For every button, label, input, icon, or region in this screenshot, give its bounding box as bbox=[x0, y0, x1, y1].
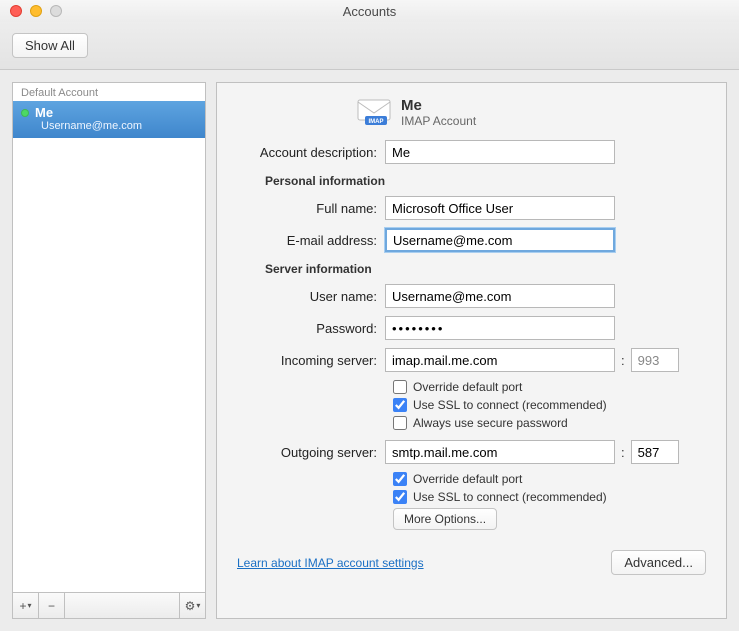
sidebar-account-email: Username@me.com bbox=[41, 120, 197, 132]
account-type: IMAP Account bbox=[401, 114, 476, 128]
full-name-input[interactable] bbox=[385, 196, 615, 220]
advanced-button[interactable]: Advanced... bbox=[611, 550, 706, 575]
port-separator-out: : bbox=[621, 445, 625, 460]
zoom-icon bbox=[50, 5, 62, 17]
titlebar: Accounts bbox=[0, 0, 739, 22]
label-password: Password: bbox=[237, 321, 385, 336]
window-controls bbox=[10, 5, 62, 17]
label-outgoing-ssl: Use SSL to connect (recommended) bbox=[413, 490, 607, 504]
incoming-secure-pw-checkbox[interactable] bbox=[393, 416, 407, 430]
user-name-input[interactable] bbox=[385, 284, 615, 308]
label-user-name: User name: bbox=[237, 289, 385, 304]
learn-imap-link[interactable]: Learn about IMAP account settings bbox=[237, 556, 424, 570]
section-server-info: Server information bbox=[265, 262, 706, 276]
password-input[interactable] bbox=[385, 316, 615, 340]
window-title: Accounts bbox=[343, 4, 396, 19]
section-personal-info: Personal information bbox=[265, 174, 706, 188]
port-separator: : bbox=[621, 353, 625, 368]
incoming-port-input[interactable] bbox=[631, 348, 679, 372]
label-full-name: Full name: bbox=[237, 201, 385, 216]
minimize-icon[interactable] bbox=[30, 5, 42, 17]
close-icon[interactable] bbox=[10, 5, 22, 17]
add-account-button[interactable]: +▾ bbox=[13, 593, 39, 618]
email-input[interactable] bbox=[385, 228, 615, 252]
account-header: IMAP Me IMAP Account bbox=[357, 97, 706, 128]
sidebar-header: Default Account bbox=[13, 83, 205, 101]
gear-icon: ⚙ bbox=[185, 599, 196, 613]
incoming-server-input[interactable] bbox=[385, 348, 615, 372]
sidebar-gear-button[interactable]: ⚙▾ bbox=[179, 593, 205, 618]
account-sidebar: Default Account Me Username@me.com +▾ − … bbox=[12, 82, 206, 619]
label-outgoing-override: Override default port bbox=[413, 472, 522, 486]
show-all-button[interactable]: Show All bbox=[12, 33, 88, 58]
status-dot-icon bbox=[21, 109, 29, 117]
label-email: E-mail address: bbox=[237, 233, 385, 248]
label-incoming-secure-pw: Always use secure password bbox=[413, 416, 568, 430]
outgoing-server-input[interactable] bbox=[385, 440, 615, 464]
svg-text:IMAP: IMAP bbox=[369, 119, 384, 125]
label-incoming-ssl: Use SSL to connect (recommended) bbox=[413, 398, 607, 412]
incoming-override-port-checkbox[interactable] bbox=[393, 380, 407, 394]
incoming-ssl-checkbox[interactable] bbox=[393, 398, 407, 412]
content: Default Account Me Username@me.com +▾ − … bbox=[0, 70, 739, 631]
sidebar-footer: +▾ − ⚙▾ bbox=[13, 592, 205, 618]
more-options-button[interactable]: More Options... bbox=[393, 508, 497, 530]
account-name: Me bbox=[401, 97, 476, 114]
label-outgoing-server: Outgoing server: bbox=[237, 445, 385, 460]
account-description-input[interactable] bbox=[385, 140, 615, 164]
outgoing-port-input[interactable] bbox=[631, 440, 679, 464]
label-incoming-server: Incoming server: bbox=[237, 353, 385, 368]
account-settings-pane: IMAP Me IMAP Account Account description… bbox=[216, 82, 727, 619]
outgoing-override-port-checkbox[interactable] bbox=[393, 472, 407, 486]
mail-imap-icon: IMAP bbox=[357, 99, 391, 127]
remove-account-button[interactable]: − bbox=[39, 593, 65, 618]
label-incoming-override: Override default port bbox=[413, 380, 522, 394]
label-account-description: Account description: bbox=[237, 145, 385, 160]
outgoing-ssl-checkbox[interactable] bbox=[393, 490, 407, 504]
sidebar-account-row[interactable]: Me Username@me.com bbox=[13, 101, 205, 138]
toolbar: Show All bbox=[0, 22, 739, 70]
sidebar-account-name: Me bbox=[35, 105, 53, 120]
